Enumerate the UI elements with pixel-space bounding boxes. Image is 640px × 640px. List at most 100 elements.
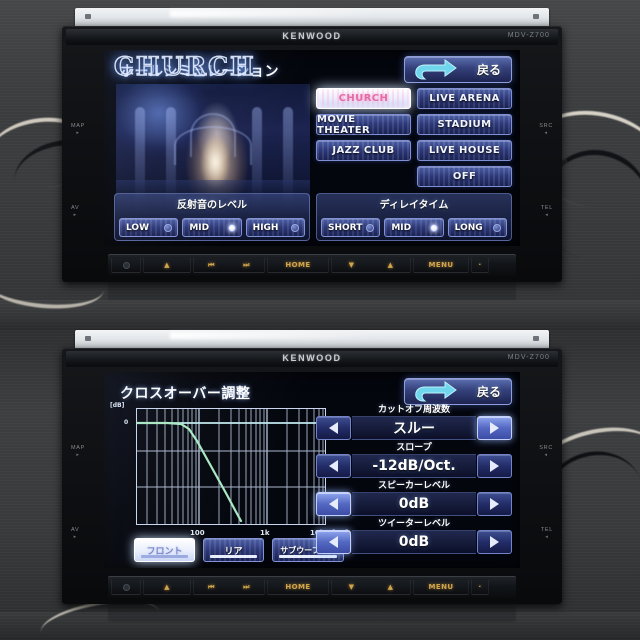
arrow-right-icon xyxy=(490,422,499,434)
setting-caption: スロープ xyxy=(396,443,432,453)
cutoff-value: スルー xyxy=(352,416,476,440)
volume-up-icon[interactable]: ▲ xyxy=(388,583,394,591)
volume-up-icon[interactable]: ▲ xyxy=(388,261,394,269)
setting-row-slope: スロープ -12dB/Oct. xyxy=(316,442,512,478)
bezel-label-map: MAP ▸ xyxy=(71,123,86,137)
power-button[interactable] xyxy=(111,579,141,595)
graph-y-axis-label: [dB] xyxy=(110,402,125,409)
preset-button-live-house[interactable]: LIVE HOUSE xyxy=(417,140,512,161)
volume-down-icon[interactable]: ▼ xyxy=(349,261,355,269)
chevron-left-icon: ◂ xyxy=(544,452,548,459)
tweeter-level-decrease-button[interactable] xyxy=(316,530,351,554)
cutoff-increase-button[interactable] xyxy=(477,416,512,440)
volume-buttons[interactable]: ▼ ▲ xyxy=(331,257,411,273)
screw-left xyxy=(85,336,91,341)
tweeter-level-increase-button[interactable] xyxy=(477,530,512,554)
kenwood-logo: KENWOOD xyxy=(282,31,342,41)
bezel-label-map: MAP ▸ xyxy=(71,445,86,459)
eject-button[interactable]: ▲ xyxy=(143,257,191,273)
model-number: MDV-Z700 xyxy=(507,354,550,361)
next-track-icon[interactable]: ⏭ xyxy=(243,261,250,270)
arrow-left-icon xyxy=(329,422,338,434)
chevron-right-icon: ▸ xyxy=(76,130,80,137)
chevron-left-icon: ◂ xyxy=(545,212,549,219)
home-button[interactable]: HOME xyxy=(267,257,329,273)
eject-button[interactable]: ▲ xyxy=(143,579,191,595)
setting-caption: カットオフ周波数 xyxy=(377,405,450,415)
cutoff-decrease-button[interactable] xyxy=(316,416,351,440)
chevron-right-icon: ▸ xyxy=(73,212,77,219)
slope-value: -12dB/Oct. xyxy=(352,454,476,478)
chevron-right-icon: ▸ xyxy=(76,452,80,459)
reset-button[interactable]: · xyxy=(471,257,489,273)
menu-button[interactable]: MENU xyxy=(413,579,469,595)
reset-button[interactable]: · xyxy=(471,579,489,595)
preset-button-church[interactable]: CHURCH xyxy=(316,88,411,109)
slope-increase-button[interactable] xyxy=(477,454,512,478)
speaker-level-increase-button[interactable] xyxy=(477,492,512,516)
reflection-option-high[interactable]: HIGH xyxy=(245,218,305,237)
lcd-screen-crossover[interactable]: クロスオーバー調整 戻る [dB] 0 100 1k フロント リア サブウーフ… xyxy=(104,372,520,568)
bezel-label-tel: TEL ◂ xyxy=(540,527,553,541)
bezel-label-src: SRC ◂ xyxy=(539,445,553,459)
speaker-level-decrease-button[interactable] xyxy=(316,492,351,516)
preset-button-movie-theater[interactable]: MOVIE THEATER xyxy=(316,114,411,136)
unit-chassis: KENWOOD MDV-Z700 MAP ▸ AV ▸ SRC ◂ TEL ◂ クロスオ… xyxy=(62,348,562,622)
setting-caption: ツイーターレベル xyxy=(377,519,450,529)
eject-icon: ▲ xyxy=(164,261,170,269)
radio-indicator-selected xyxy=(227,223,236,232)
preset-button-stadium[interactable]: STADIUM xyxy=(417,114,512,135)
delay-option-long[interactable]: LONG xyxy=(447,218,507,237)
setting-row-cutoff-frequency: カットオフ周波数 スルー xyxy=(316,404,512,440)
radio-indicator xyxy=(492,223,501,232)
track-buttons[interactable]: ⏮ ⏭ xyxy=(193,579,265,595)
home-button[interactable]: HOME xyxy=(267,579,329,595)
slope-decrease-button[interactable] xyxy=(316,454,351,478)
back-button[interactable]: 戻る xyxy=(404,378,512,405)
bezel-label-src: SRC ◂ xyxy=(539,123,553,137)
page-title: クロスオーバー調整 xyxy=(120,386,251,402)
preset-button-jazz-club[interactable]: JAZZ CLUB xyxy=(316,140,411,161)
artwork-title: CHURCH xyxy=(113,51,256,81)
preset-button-live-arena[interactable]: LIVE ARENA xyxy=(417,88,512,109)
crossover-curve-svg xyxy=(135,409,325,524)
power-button[interactable] xyxy=(111,257,141,273)
setting-row-speaker-level: スピーカーレベル 0dB xyxy=(316,480,512,516)
radio-indicator-selected xyxy=(429,223,438,232)
preset-button-off[interactable]: OFF xyxy=(417,166,512,187)
lcd-screen-hall-simulation[interactable]: ホールシミュレーション 戻る CHURCH CHURCH LIVE ARENA … xyxy=(104,50,520,246)
track-buttons[interactable]: ⏮ ⏭ xyxy=(193,257,265,273)
volume-down-icon[interactable]: ▼ xyxy=(349,583,355,591)
delay-option-mid[interactable]: MID xyxy=(384,218,444,237)
hall-preset-grid: CHURCH LIVE ARENA MOVIE THEATER STADIUM … xyxy=(316,88,512,187)
reflection-option-low[interactable]: LOW xyxy=(119,218,179,237)
tab-rear[interactable]: リア xyxy=(203,538,264,562)
back-button[interactable]: 戻る xyxy=(404,56,512,83)
graph-zero-label: 0 xyxy=(124,419,129,426)
tweeter-level-value: 0dB xyxy=(352,530,476,554)
screw-right xyxy=(533,336,539,341)
bezel-label-av: AV ▸ xyxy=(71,205,80,219)
model-number: MDV-Z700 xyxy=(507,32,550,39)
prev-track-icon[interactable]: ⏮ xyxy=(208,583,215,592)
back-button-label: 戻る xyxy=(476,385,501,399)
delay-option-short[interactable]: SHORT xyxy=(321,218,381,237)
reflection-option-mid[interactable]: MID xyxy=(182,218,242,237)
volume-buttons[interactable]: ▼ ▲ xyxy=(331,579,411,595)
arrow-left-icon xyxy=(329,460,338,472)
button-bar-reflection xyxy=(108,600,516,622)
menu-button[interactable]: MENU xyxy=(413,257,469,273)
prev-track-icon[interactable]: ⏮ xyxy=(208,261,215,270)
head-unit-bottom: KENWOOD MDV-Z700 MAP ▸ AV ▸ SRC ◂ TEL ◂ クロスオ… xyxy=(62,330,562,622)
tab-front[interactable]: フロント xyxy=(134,538,195,562)
hardware-button-bar: ▲ ⏮ ⏭ HOME ▼ ▲ MENU · xyxy=(108,576,516,598)
setting-row-tweeter-level: ツイーターレベル 0dB xyxy=(316,518,512,554)
next-track-icon[interactable]: ⏭ xyxy=(243,583,250,592)
speaker-tab-group: フロント リア サブウーファー xyxy=(134,538,344,562)
delay-time-caption: ディレイタイム xyxy=(379,200,449,211)
arrow-left-icon xyxy=(329,536,338,548)
setting-caption: スピーカーレベル xyxy=(377,481,450,491)
screw-right xyxy=(533,14,539,19)
back-button-label: 戻る xyxy=(476,63,501,77)
reflection-level-panel: 反射音のレベル LOW MID HIGH xyxy=(114,193,310,241)
